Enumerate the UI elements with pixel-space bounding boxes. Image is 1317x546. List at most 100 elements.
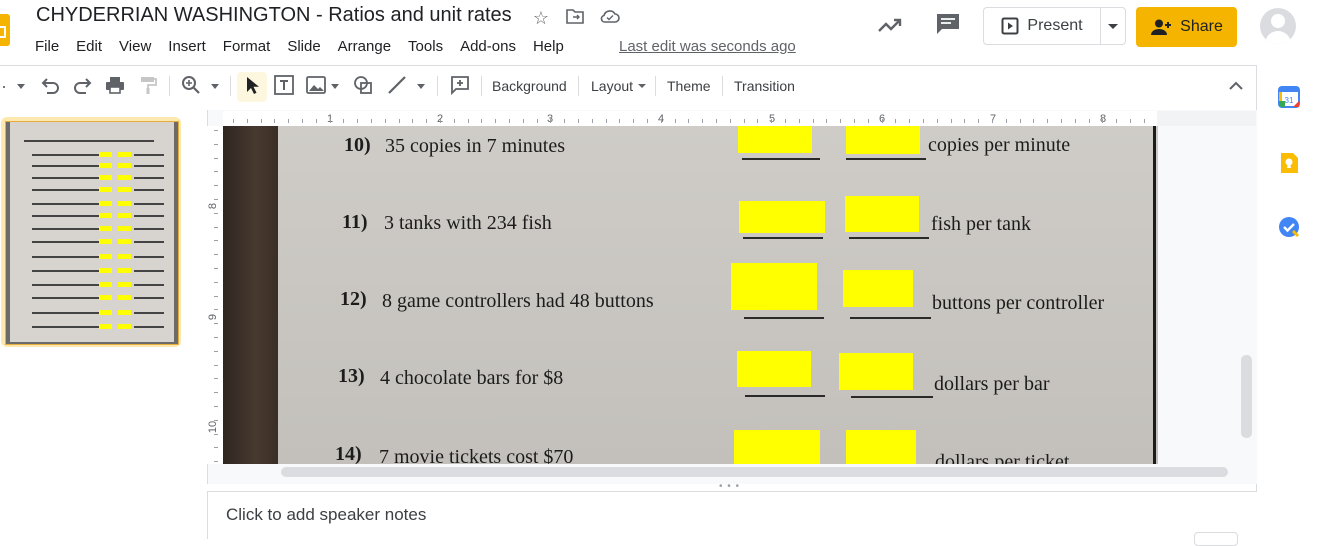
answer-highlight-box[interactable] — [737, 351, 811, 387]
ruler-tick — [675, 119, 676, 123]
star-icon[interactable]: ☆ — [531, 8, 551, 28]
menu-help[interactable]: Help — [533, 37, 564, 57]
thumbnail-text-line — [134, 326, 164, 328]
menu-view[interactable]: View — [119, 37, 151, 57]
undo-icon[interactable] — [38, 74, 62, 98]
vertical-ruler[interactable] — [207, 126, 224, 464]
ruler-number: 10 — [207, 420, 220, 434]
zoom-dropdown-icon[interactable] — [208, 74, 222, 98]
answer-blank — [846, 158, 926, 160]
ruler-tick — [716, 119, 717, 123]
ruler-tick — [495, 119, 496, 123]
calendar-icon[interactable]: 31 — [1278, 86, 1300, 108]
ruler-tick — [937, 119, 938, 123]
collapse-toolbar-icon[interactable] — [1224, 74, 1248, 98]
ruler-tick — [799, 119, 800, 123]
menu-edit[interactable]: Edit — [76, 37, 102, 57]
horizontal-scrollbar[interactable] — [281, 467, 1228, 477]
thumbnail-highlight-box — [118, 213, 131, 218]
thumbnail-highlight-box — [99, 201, 112, 206]
paint-format-icon[interactable] — [136, 74, 160, 98]
text-box-icon[interactable] — [272, 74, 296, 98]
new-slide-dropdown-icon[interactable] — [14, 74, 28, 98]
menu-insert[interactable]: Insert — [168, 37, 206, 57]
present-button[interactable]: Present — [983, 7, 1101, 45]
cloud-saved-icon[interactable] — [600, 8, 620, 28]
answer-highlight-box[interactable] — [738, 126, 812, 153]
ruler-tick — [868, 119, 869, 123]
folder-move-icon[interactable] — [565, 8, 585, 28]
thumbnail-highlight-box — [118, 324, 131, 329]
notes-toggle-button[interactable] — [1194, 532, 1238, 546]
ruler-tick — [647, 119, 648, 123]
answer-blank — [849, 237, 929, 239]
menu-slide[interactable]: Slide — [287, 37, 320, 57]
answer-highlight-box[interactable] — [846, 430, 916, 464]
menu-arrange[interactable]: Arrange — [338, 37, 391, 57]
ruler-tick — [523, 119, 524, 123]
select-cursor-icon[interactable] — [240, 74, 264, 98]
thumbnail-text-line — [134, 241, 164, 243]
answer-highlight-box[interactable] — [731, 263, 817, 310]
answer-highlight-box[interactable] — [734, 430, 820, 464]
new-slide-caret-icon[interactable]: · — [0, 74, 8, 98]
print-icon[interactable] — [103, 74, 127, 98]
ruler-tick — [1089, 119, 1090, 123]
thumbnail-highlight-box — [99, 282, 112, 287]
ruler-tick — [261, 119, 262, 123]
notes-resize-handle[interactable]: • • • — [719, 482, 740, 492]
line-icon[interactable] — [385, 74, 409, 98]
menu-file[interactable]: File — [35, 37, 59, 57]
ruler-tick — [214, 365, 218, 366]
slide-canvas[interactable]: 10) 35 copies in 7 minutes copies per mi… — [223, 126, 1158, 464]
ruler-number: 9 — [207, 313, 220, 321]
redo-icon[interactable] — [71, 74, 95, 98]
transition-button[interactable]: Transition — [734, 76, 795, 96]
thumbnail-text-line — [134, 203, 164, 205]
ruler-tick — [357, 119, 358, 123]
background-button[interactable]: Background — [492, 76, 567, 96]
thumbnail-highlight-box — [99, 226, 112, 231]
menu-format[interactable]: Format — [223, 37, 271, 57]
problem-number: 10) — [344, 134, 371, 156]
ruler-tick — [895, 119, 896, 123]
slides-logo-icon[interactable] — [0, 14, 10, 46]
answer-highlight-box[interactable] — [846, 126, 920, 154]
ruler-tick — [771, 119, 772, 123]
keep-icon[interactable] — [1278, 152, 1300, 174]
thumbnail-text-line — [32, 177, 104, 179]
thumbnail-text-line — [134, 154, 164, 156]
menu-tools[interactable]: Tools — [408, 37, 443, 57]
tasks-icon[interactable] — [1278, 216, 1300, 238]
layout-button[interactable]: Layout — [591, 76, 647, 96]
theme-button[interactable]: Theme — [667, 76, 711, 96]
present-dropdown-button[interactable] — [1100, 7, 1126, 45]
add-comment-icon[interactable] — [448, 74, 472, 98]
answer-highlight-box[interactable] — [839, 353, 913, 390]
speaker-notes-placeholder[interactable]: Click to add speaker notes — [226, 505, 426, 525]
menu-addons[interactable]: Add-ons — [460, 37, 516, 57]
ruler-tick — [385, 119, 386, 123]
image-dropdown-icon[interactable] — [329, 74, 341, 98]
share-button[interactable]: Share — [1136, 7, 1237, 47]
thumbnail-text-line — [24, 140, 154, 142]
share-label: Share — [1180, 18, 1223, 35]
ruler-tick — [214, 240, 218, 241]
answer-highlight-box[interactable] — [843, 270, 913, 307]
trending-up-icon[interactable] — [876, 13, 904, 41]
horizontal-ruler[interactable] — [223, 111, 1157, 127]
ruler-tick — [454, 119, 455, 123]
vertical-scrollbar[interactable] — [1241, 355, 1252, 438]
account-avatar[interactable] — [1260, 8, 1296, 44]
ruler-tick — [214, 351, 218, 352]
shape-icon[interactable] — [351, 74, 375, 98]
answer-highlight-box[interactable] — [739, 201, 825, 233]
comment-icon[interactable] — [934, 12, 962, 40]
ruler-tick — [214, 392, 218, 393]
last-edit-link[interactable]: Last edit was seconds ago — [619, 37, 796, 57]
line-dropdown-icon[interactable] — [415, 74, 427, 98]
zoom-icon[interactable] — [179, 74, 203, 98]
answer-highlight-box[interactable] — [845, 196, 919, 232]
document-title[interactable]: CHYDERRIAN WASHINGTON - Ratios and unit … — [36, 4, 512, 27]
insert-image-icon[interactable] — [304, 74, 328, 98]
